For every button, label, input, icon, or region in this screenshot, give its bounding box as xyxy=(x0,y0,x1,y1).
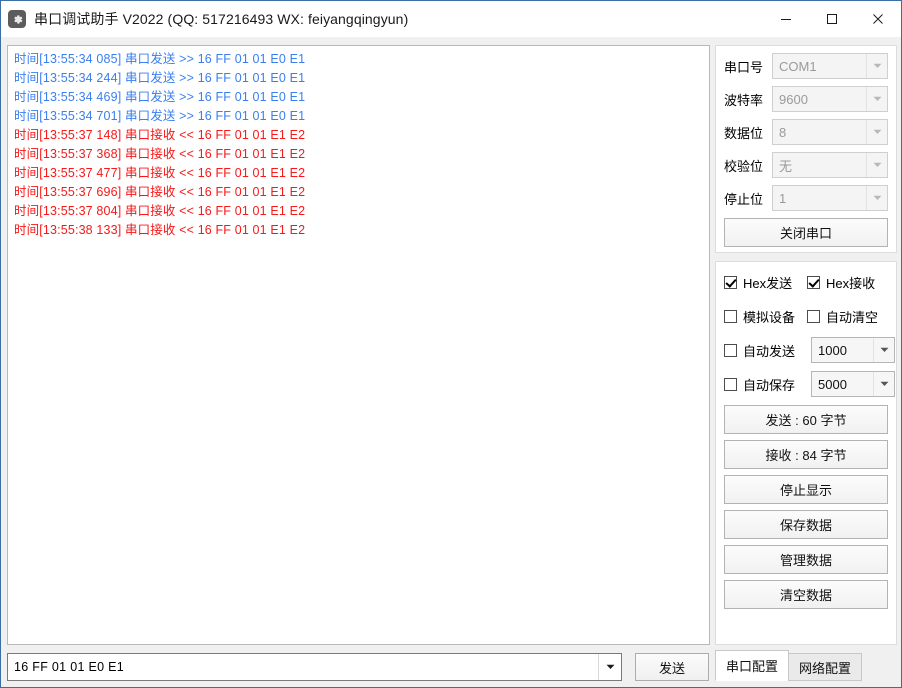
serial-config-group: 串口号COM1波特率9600数据位8校验位无停止位1关闭串口 xyxy=(715,45,897,253)
chevron-down-icon[interactable] xyxy=(598,654,621,680)
serial-field-combo-0: COM1 xyxy=(772,53,888,79)
serial-field-row: 停止位1 xyxy=(724,185,888,211)
manage-data-button[interactable]: 管理数据 xyxy=(724,545,888,574)
send-input-combo[interactable] xyxy=(7,653,622,681)
chevron-down-icon xyxy=(866,153,887,177)
tab-serial-config[interactable]: 串口配置 xyxy=(715,650,789,681)
serial-field-combo-4: 1 xyxy=(772,185,888,211)
auto-save-interval-combo-value: 5000 xyxy=(812,377,873,392)
serial-field-row: 波特率9600 xyxy=(724,86,888,112)
checkbox-label: 自动发送 xyxy=(743,341,795,360)
log-line: 时间[13:55:37 477] 串口接收 << 16 FF 01 01 E1 … xyxy=(14,164,709,183)
maximize-button[interactable] xyxy=(809,1,855,37)
serial-field-combo-2: 8 xyxy=(772,119,888,145)
serial-field-combo-3-value: 无 xyxy=(773,156,866,175)
serial-field-combo-3: 无 xyxy=(772,152,888,178)
chevron-down-icon xyxy=(866,54,887,78)
log-line: 时间[13:55:34 469] 串口发送 >> 16 FF 01 01 E0 … xyxy=(14,88,709,107)
checkbox-row-auto-save: 自动保存 5000 xyxy=(724,371,888,397)
minimize-button[interactable] xyxy=(763,1,809,37)
send-button[interactable]: 发送 xyxy=(635,653,709,681)
serial-field-label: 校验位 xyxy=(724,156,772,175)
checkbox-box[interactable] xyxy=(807,310,820,323)
serial-field-row: 校验位无 xyxy=(724,152,888,178)
chevron-down-icon xyxy=(866,186,887,210)
chevron-down-icon[interactable] xyxy=(873,372,894,396)
window-title: 串口调试助手 V2022 (QQ: 517216493 WX: feiyangq… xyxy=(34,9,408,29)
log-output-area[interactable]: 时间[13:55:34 085] 串口发送 >> 16 FF 01 01 E0 … xyxy=(7,45,710,645)
checkbox-row-auto-send: 自动发送 1000 xyxy=(724,337,888,363)
window-controls xyxy=(763,1,901,37)
checkbox-row-device: 模拟设备 自动清空 xyxy=(724,303,888,329)
log-line: 时间[13:55:34 085] 串口发送 >> 16 FF 01 01 E0 … xyxy=(14,50,709,69)
serial-field-combo-0-value: COM1 xyxy=(773,59,866,74)
serial-field-combo-1-value: 9600 xyxy=(773,92,866,107)
checkbox-5[interactable]: 自动保存 xyxy=(724,375,807,394)
gear-icon xyxy=(8,10,26,28)
log-line: 时间[13:55:37 696] 串口接收 << 16 FF 01 01 E1 … xyxy=(14,183,709,202)
right-panel: 串口号COM1波特率9600数据位8校验位无停止位1关闭串口 Hex发送Hex接… xyxy=(715,45,897,645)
serial-field-label: 停止位 xyxy=(724,189,772,208)
checkbox-box[interactable] xyxy=(724,276,737,289)
log-line: 时间[13:55:37 368] 串口接收 << 16 FF 01 01 E1 … xyxy=(14,145,709,164)
checkbox-label: 模拟设备 xyxy=(743,307,795,326)
checkbox-box[interactable] xyxy=(724,378,737,391)
log-line: 时间[13:55:34 244] 串口发送 >> 16 FF 01 01 E0 … xyxy=(14,69,709,88)
log-line: 时间[13:55:37 804] 串口接收 << 16 FF 01 01 E1 … xyxy=(14,202,709,221)
stop-display-button[interactable]: 停止显示 xyxy=(724,475,888,504)
serial-field-combo-1: 9600 xyxy=(772,86,888,112)
auto-save-interval-combo[interactable]: 5000 xyxy=(811,371,895,397)
tab-network-config[interactable]: 网络配置 xyxy=(788,653,862,681)
close-button[interactable] xyxy=(855,1,901,37)
serial-field-row: 数据位8 xyxy=(724,119,888,145)
send-bar: 发送 xyxy=(7,653,710,681)
serial-field-label: 波特率 xyxy=(724,90,772,109)
auto-send-interval-combo[interactable]: 1000 xyxy=(811,337,895,363)
log-line: 时间[13:55:38 133] 串口接收 << 16 FF 01 01 E1 … xyxy=(14,221,709,240)
checkbox-label: 自动保存 xyxy=(743,375,795,394)
serial-field-combo-2-value: 8 xyxy=(773,125,866,140)
checkbox-box[interactable] xyxy=(724,310,737,323)
title-bar: 串口调试助手 V2022 (QQ: 517216493 WX: feiyangq… xyxy=(1,1,901,37)
checkbox-1[interactable]: Hex接收 xyxy=(807,273,875,292)
checkbox-3[interactable]: 自动清空 xyxy=(807,307,878,326)
save-data-button[interactable]: 保存数据 xyxy=(724,510,888,539)
serial-field-combo-4-value: 1 xyxy=(773,191,866,206)
serial-debug-assistant-window: 串口调试助手 V2022 (QQ: 517216493 WX: feiyangq… xyxy=(0,0,902,688)
checkbox-label: Hex发送 xyxy=(743,273,792,292)
config-tab-bar: 串口配置网络配置 xyxy=(715,649,897,681)
checkbox-row-hex: Hex发送 Hex接收 xyxy=(724,269,888,295)
auto-send-interval-combo-value: 1000 xyxy=(812,343,873,358)
close-serial-port-button[interactable]: 关闭串口 xyxy=(724,218,888,247)
recv-byte-count-button[interactable]: 接收 : 84 字节 xyxy=(724,440,888,469)
checkbox-0[interactable]: Hex发送 xyxy=(724,273,807,292)
serial-field-label: 数据位 xyxy=(724,123,772,142)
chevron-down-icon[interactable] xyxy=(873,338,894,362)
checkbox-box[interactable] xyxy=(807,276,820,289)
checkbox-label: 自动清空 xyxy=(826,307,878,326)
options-group: Hex发送 Hex接收模拟设备 自动清空自动发送 1000 自动保存 5000 发送 : 6… xyxy=(715,261,897,645)
serial-field-label: 串口号 xyxy=(724,57,772,76)
checkbox-4[interactable]: 自动发送 xyxy=(724,341,807,360)
checkbox-box[interactable] xyxy=(724,344,737,357)
chevron-down-icon xyxy=(866,120,887,144)
chevron-down-icon xyxy=(866,87,887,111)
checkbox-label: Hex接收 xyxy=(826,273,875,292)
send-input[interactable] xyxy=(8,654,598,680)
checkbox-2[interactable]: 模拟设备 xyxy=(724,307,807,326)
send-byte-count-button[interactable]: 发送 : 60 字节 xyxy=(724,405,888,434)
log-line: 时间[13:55:34 701] 串口发送 >> 16 FF 01 01 E0 … xyxy=(14,107,709,126)
serial-field-row: 串口号COM1 xyxy=(724,53,888,79)
clear-data-button[interactable]: 清空数据 xyxy=(724,580,888,609)
log-line: 时间[13:55:37 148] 串口接收 << 16 FF 01 01 E1 … xyxy=(14,126,709,145)
